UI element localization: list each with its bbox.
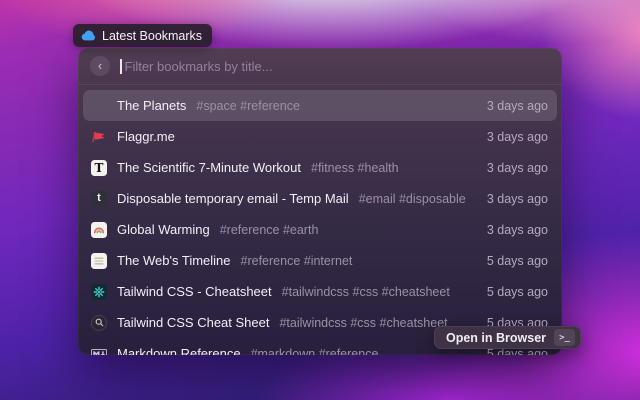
- bookmark-title: Flaggr.me: [117, 129, 175, 144]
- bookmark-title: Disposable temporary email - Temp Mail: [117, 191, 349, 206]
- bookmark-favicon: [91, 346, 107, 355]
- chevron-left-icon: ‹: [97, 57, 103, 73]
- markdown-favicon: [91, 348, 107, 355]
- bookmark-tags: #tailwindcss #css #cheatsheet: [279, 315, 448, 330]
- bookmark-time: 3 days ago: [486, 98, 548, 113]
- bookmark-tags: #fitness #health: [311, 160, 399, 175]
- bookmark-title: Tailwind CSS - Cheatsheet: [117, 284, 272, 299]
- bookmark-favicon: [91, 314, 107, 331]
- bookmark-time: 3 days ago: [486, 191, 548, 206]
- search-input[interactable]: Filter bookmarks by title...: [120, 58, 550, 74]
- bookmark-time: 5 days ago: [486, 253, 548, 268]
- return-key-hint: >_: [554, 329, 576, 346]
- text-cursor: [120, 58, 122, 74]
- command-badge-label: Latest Bookmarks: [102, 28, 203, 43]
- bookmark-time: 3 days ago: [486, 222, 548, 237]
- flag-icon: [92, 131, 105, 143]
- tailwind-flower-favicon: [91, 283, 107, 300]
- back-button[interactable]: ‹: [90, 56, 110, 76]
- open-in-browser-button[interactable]: Open in Browser >_: [434, 326, 582, 349]
- timeline-favicon: [91, 252, 107, 269]
- bookmark-row[interactable]: Global Warming #reference #earth 3 days …: [83, 214, 557, 245]
- bookmark-tags: #email #disposable: [358, 191, 466, 206]
- bookmark-tags: #markdown #reference: [250, 346, 379, 356]
- search-placeholder: Filter bookmarks by title...: [124, 58, 273, 74]
- bookmark-row[interactable]: t Disposable temporary email - Temp Mail…: [83, 183, 557, 214]
- bookmark-title: Global Warming: [117, 222, 210, 237]
- cloud-icon: [81, 30, 96, 41]
- bookmark-row[interactable]: The Web's Timeline #reference #internet …: [83, 245, 557, 276]
- bookmark-row[interactable]: T The Scientific 7-Minute Workout #fitne…: [83, 152, 557, 183]
- bookmark-tags: #space #reference: [196, 98, 300, 113]
- bookmark-favicon: [91, 129, 107, 145]
- bookmarks-panel: ‹ Filter bookmarks by title... The Plane…: [78, 48, 562, 355]
- bookmark-time: 5 days ago: [486, 284, 548, 299]
- bookmark-favicon: [91, 98, 107, 114]
- bookmark-favicon: T: [91, 159, 107, 176]
- magnifier-favicon: [91, 314, 107, 331]
- bookmark-tags: #reference #internet: [240, 253, 353, 268]
- bookmark-title: The Planets: [117, 98, 187, 113]
- bookmark-title: Markdown Reference: [117, 346, 241, 355]
- search-bar: ‹ Filter bookmarks by title...: [78, 48, 562, 85]
- bookmark-row[interactable]: The Planets #space #reference 3 days ago: [83, 90, 557, 121]
- bookmark-row[interactable]: Flaggr.me 3 days ago: [83, 121, 557, 152]
- bookmark-favicon: t: [91, 190, 107, 207]
- bookmark-title: Tailwind CSS Cheat Sheet: [117, 315, 270, 330]
- bookmark-time: 3 days ago: [486, 129, 548, 144]
- tempmail-favicon: t: [91, 190, 107, 207]
- bookmark-favicon: [91, 283, 107, 300]
- bookmark-title: The Web's Timeline: [117, 253, 231, 268]
- bookmark-tags: #reference #earth: [219, 222, 319, 237]
- rainbow-favicon: [91, 221, 107, 238]
- command-badge: Latest Bookmarks: [73, 24, 213, 47]
- nyt-favicon: T: [91, 159, 107, 176]
- open-in-browser-label: Open in Browser: [446, 330, 547, 345]
- bookmark-title: The Scientific 7-Minute Workout: [117, 160, 301, 175]
- bookmark-favicon: [91, 252, 107, 269]
- bookmark-favicon: [91, 221, 107, 238]
- bookmark-time: 3 days ago: [486, 160, 548, 175]
- bookmark-row[interactable]: Tailwind CSS - Cheatsheet #tailwindcss #…: [83, 276, 557, 307]
- bookmark-tags: #tailwindcss #css #cheatsheet: [281, 284, 450, 299]
- bookmark-list[interactable]: The Planets #space #reference 3 days ago…: [78, 85, 562, 355]
